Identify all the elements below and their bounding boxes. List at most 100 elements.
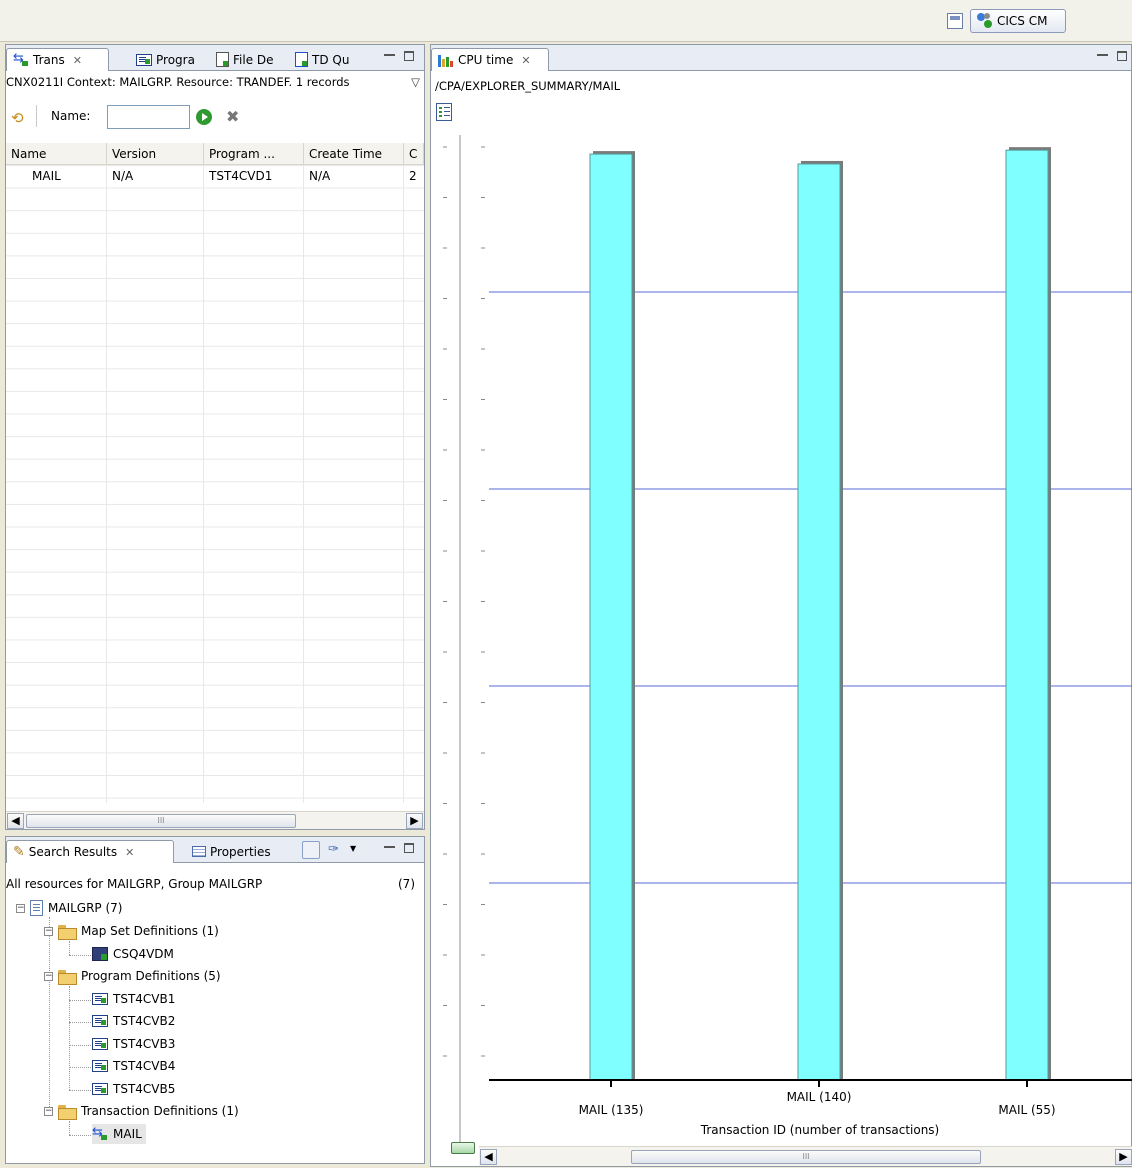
toolbar-separator [36, 105, 37, 127]
apply-filter-icon[interactable] [196, 109, 212, 125]
cics-cm-icon [977, 13, 993, 29]
transaction-icon [92, 1125, 108, 1140]
tree-node-root[interactable]: − MAILGRP (7) [16, 898, 122, 918]
clear-filter-icon[interactable]: ✖ [226, 107, 239, 126]
tree-guide [69, 1022, 91, 1023]
filter-results-icon[interactable]: ✑ [328, 842, 339, 857]
show-details-icon[interactable] [302, 841, 320, 859]
cpu-time-bar-chart: MAIL (135) MAIL (140) MAIL (55) Transactio… [443, 146, 1132, 1137]
perspective-cics-cm-button[interactable]: CICS CM [970, 9, 1066, 33]
x-category-label: MAIL (140) [787, 1090, 852, 1104]
close-icon[interactable]: ✕ [125, 846, 134, 859]
close-icon[interactable]: ✕ [73, 54, 82, 67]
minimize-icon[interactable] [384, 54, 395, 57]
tree-guide [69, 1121, 70, 1135]
view-menu-chevron-icon[interactable]: ▽ [411, 75, 420, 89]
scroll-left-icon[interactable]: ◀ [480, 1149, 497, 1165]
scroll-left-icon[interactable]: ◀ [7, 813, 24, 829]
tree-label: TST4CVB3 [113, 1037, 176, 1051]
scroll-thumb[interactable]: III [631, 1150, 981, 1164]
name-filter-input[interactable] [107, 105, 190, 129]
bar[interactable] [797, 163, 841, 1081]
x-category-label: MAIL (135) [579, 1103, 644, 1117]
view-menu-icon[interactable]: ▼ [350, 844, 356, 853]
table-row[interactable]: MAIL N/A TST4CVD1 N/A 2 [6, 165, 424, 187]
scroll-thumb[interactable]: III [26, 814, 296, 828]
tree-label: TST4CVB1 [113, 992, 176, 1006]
collapse-icon[interactable]: − [44, 1106, 53, 1116]
tree-leaf[interactable]: CSQ4VDM [92, 944, 174, 964]
collapse-icon[interactable]: − [44, 971, 53, 981]
cell-create-time: N/A [309, 169, 331, 183]
search-icon: ✎ [13, 844, 25, 860]
zoom-slider-thumb[interactable] [451, 1142, 475, 1154]
program-icon [92, 1083, 108, 1095]
tree-guide [69, 955, 91, 956]
tab-search-results[interactable]: ✎ Search Results ✕ [6, 840, 174, 863]
tree-label: MAILGRP (7) [48, 901, 123, 915]
tab-label: File De [233, 52, 274, 67]
open-perspective-icon[interactable] [947, 13, 963, 29]
tree-leaf[interactable]: TST4CVB2 [92, 1011, 175, 1031]
context-message: CNX0211I Context: MAILGRP. Resource: TRA… [6, 75, 350, 89]
tree-node-transaction-definitions[interactable]: − Transaction Definitions (1) [44, 1101, 239, 1121]
program-icon [92, 993, 108, 1005]
cell-name: MAIL [32, 169, 61, 183]
minimize-icon[interactable] [384, 846, 395, 849]
tree-leaf[interactable]: TST4CVB4 [92, 1056, 175, 1076]
tree-label: MAIL [113, 1127, 142, 1141]
top-toolbar: CICS CM [0, 0, 1132, 42]
tab-td-queues[interactable]: TD Qu [289, 48, 364, 71]
transactions-table: Name Version Program ... Create Time C M… [6, 143, 424, 803]
search-summary-text: All resources for MAILGRP, Group MAILGRP [6, 877, 263, 891]
tree-guide [69, 986, 70, 1090]
tree-node-program-definitions[interactable]: − Program Definitions (5) [44, 966, 221, 986]
tree-label: Transaction Definitions (1) [81, 1104, 239, 1118]
filter-name-label: Name: [51, 109, 91, 123]
tree-guide [69, 1045, 91, 1046]
properties-icon [192, 846, 206, 857]
tree-label: TST4CVB2 [113, 1014, 176, 1028]
scroll-right-icon[interactable]: ▶ [1115, 1149, 1132, 1165]
tree-leaf-selected[interactable]: MAIL [92, 1124, 146, 1144]
column-header-version[interactable]: Version [107, 143, 204, 165]
tab-transactions[interactable]: Trans ✕ [6, 48, 109, 71]
tree-label: Program Definitions (5) [81, 969, 221, 983]
column-header-program[interactable]: Program ... [204, 143, 304, 165]
maximize-icon[interactable] [404, 843, 414, 853]
column-header-c[interactable]: C [404, 143, 424, 165]
table-horizontal-scrollbar[interactable]: ◀ III ▶ [6, 811, 424, 829]
transaction-icon [13, 51, 29, 66]
cell-c: 2 [409, 169, 417, 183]
tree-leaf[interactable]: TST4CVB5 [92, 1079, 175, 1099]
bar[interactable] [589, 153, 633, 1081]
collapse-icon[interactable]: − [16, 903, 25, 913]
tab-files[interactable]: File De [210, 48, 289, 71]
refresh-icon[interactable]: ⟲ [11, 109, 29, 127]
collapse-icon[interactable]: − [44, 926, 53, 936]
map-set-icon [92, 947, 108, 961]
zoom-slider-track[interactable] [459, 135, 461, 1145]
chart-horizontal-scrollbar[interactable]: ◀ III ▶ [479, 1146, 1132, 1166]
tab-label: Search Results [28, 845, 118, 859]
tree-leaf[interactable]: TST4CVB1 [92, 989, 175, 1009]
column-header-name[interactable]: Name [6, 143, 107, 165]
search-results-view: ✎ Search Results ✕ Properties ✑ ▼ All re… [5, 836, 425, 1164]
program-icon [136, 53, 152, 66]
bar[interactable] [1005, 149, 1049, 1081]
tab-label: TD Qu [312, 52, 350, 67]
tree-leaf[interactable]: TST4CVB3 [92, 1034, 175, 1054]
column-header-create-time[interactable]: Create Time [304, 143, 404, 165]
tree-node-map-set-definitions[interactable]: − Map Set Definitions (1) [44, 921, 219, 941]
tab-properties[interactable]: Properties [186, 840, 286, 863]
tab-programs[interactable]: Progra [130, 48, 210, 71]
folder-icon [58, 1104, 77, 1120]
folder-icon [58, 924, 77, 940]
cpu-time-chart-view: CPU time ✕ /CPA/EXPLORER_SUMMARY/MAIL MA… [430, 44, 1132, 1167]
scroll-right-icon[interactable]: ▶ [406, 813, 423, 829]
tree-guide [49, 917, 50, 1111]
table-header: Name Version Program ... Create Time C [6, 143, 424, 165]
tree-label: TST4CVB4 [113, 1059, 176, 1073]
tree-label: CSQ4VDM [113, 947, 174, 961]
maximize-icon[interactable] [404, 51, 414, 61]
